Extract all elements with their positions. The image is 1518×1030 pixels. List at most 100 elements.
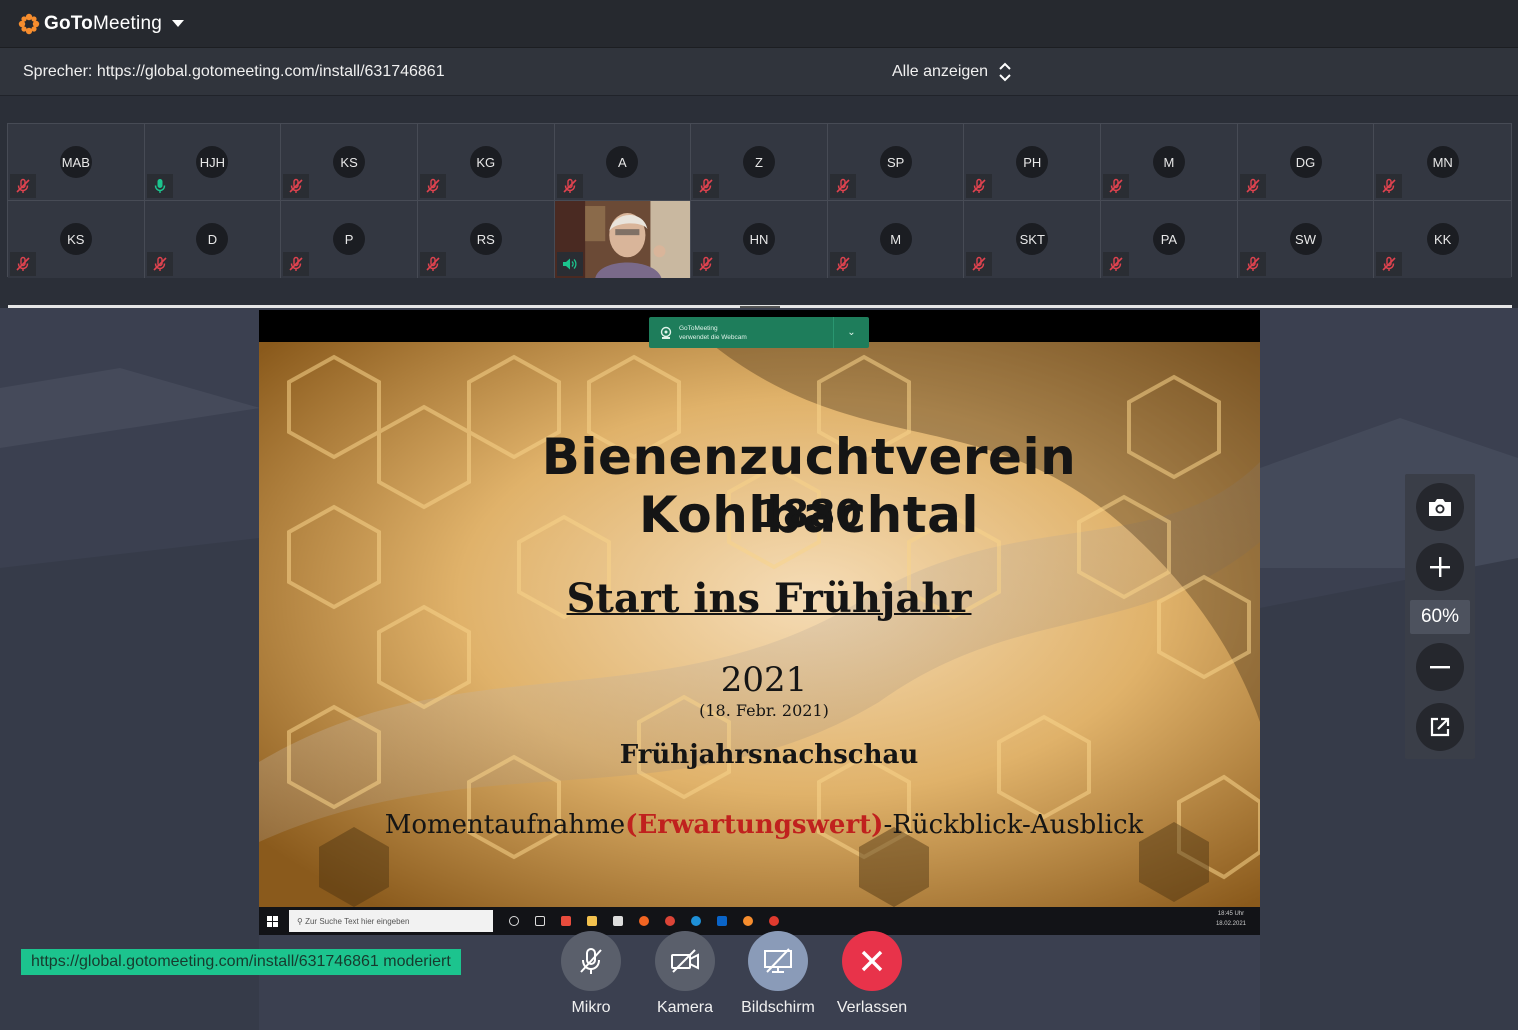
participant-tile[interactable]: KK <box>1374 201 1511 278</box>
participant-avatar: MAB <box>59 146 92 178</box>
slide-moment-red: (Erwartungswert) <box>625 810 884 840</box>
pop-out-button[interactable] <box>1416 703 1464 751</box>
mic-muted-icon <box>580 948 602 974</box>
camera-control[interactable]: Kamera <box>645 931 725 1017</box>
participant-grid: MAB HJH KS KG A Z SP PH M DG MN KS D P RS HN M SKT PA SW KK <box>7 123 1512 278</box>
camera-label: Kamera <box>656 999 714 1016</box>
participant-tile[interactable]: SW <box>1237 201 1375 278</box>
participant-tile[interactable]: MAB <box>8 124 145 201</box>
mic-muted-icon <box>283 174 310 198</box>
participant-tile[interactable]: SP <box>827 124 965 201</box>
participant-tile[interactable]: KG <box>417 124 555 201</box>
mic-label: Mikro <box>571 999 611 1016</box>
zoom-level: 60% <box>1410 600 1470 634</box>
participant-tile[interactable]: KS <box>281 124 418 201</box>
leave-control[interactable]: Verlassen <box>832 931 912 1017</box>
screen-control[interactable]: Bildschirm <box>738 931 818 1017</box>
mic-muted-icon <box>146 252 173 276</box>
participant-tile[interactable]: M <box>827 201 965 278</box>
taskbar-app-icon <box>561 916 571 926</box>
pop-out-icon <box>1430 717 1450 737</box>
participant-tile[interactable]: HN <box>691 201 828 278</box>
close-icon <box>861 950 883 972</box>
participant-tile[interactable]: M <box>1101 124 1238 201</box>
participant-avatar: KK <box>1426 223 1459 255</box>
participant-avatar: M <box>879 223 912 255</box>
participant-avatar: D <box>196 223 229 255</box>
mic-muted-icon <box>966 252 993 276</box>
screen-label: Bildschirm <box>741 999 815 1016</box>
camera-button[interactable] <box>655 931 715 991</box>
mic-muted-icon <box>10 174 36 198</box>
webcam-notification-text: verwendet die Webcam <box>679 333 747 341</box>
participant-tile[interactable]: Z <box>691 124 828 201</box>
mic-muted-icon <box>693 174 720 198</box>
mic-muted-icon <box>1239 174 1266 198</box>
participant-tile[interactable]: KS <box>8 201 145 278</box>
file-explorer-icon <box>587 916 597 926</box>
divider-handle[interactable] <box>740 306 780 308</box>
plus-icon <box>1430 557 1450 577</box>
participant-tile[interactable]: P <box>281 201 418 278</box>
participant-tile[interactable]: HJH <box>144 124 282 201</box>
participant-tile[interactable]: SKT <box>964 201 1102 278</box>
slide-date: (18. Febr. 2021) <box>699 701 829 720</box>
leave-button[interactable] <box>842 931 902 991</box>
taskbar-search-box: ⚲ Zur Suche Text hier eingeben <box>289 910 493 932</box>
participant-tile[interactable]: PH <box>964 124 1102 201</box>
mic-muted-icon <box>419 174 446 198</box>
leave-label: Verlassen <box>836 999 908 1016</box>
title-bar: GoToMeeting <box>0 0 1518 48</box>
slide-moment-a: Momentaufnahme <box>384 810 626 840</box>
participant-avatar: SW <box>1289 223 1322 255</box>
mic-button[interactable] <box>561 931 621 991</box>
participant-tile[interactable]: D <box>144 201 282 278</box>
app-menu-caret-icon[interactable] <box>172 20 184 27</box>
speaker-bar: Sprecher: https://global.gotomeeting.com… <box>0 48 1518 96</box>
speaker-label: Sprecher: https://global.gotomeeting.com… <box>23 62 445 80</box>
slide-year: 2021 <box>720 660 808 700</box>
participant-avatar: HJH <box>196 146 229 178</box>
participant-avatar: PH <box>1016 146 1049 178</box>
participant-avatar: M <box>1152 146 1185 178</box>
slide-moment-b: -Rückblick-Ausblick <box>883 810 1144 840</box>
chrome-icon <box>665 916 675 926</box>
tray-time: 18:45 Uhr <box>1217 911 1245 917</box>
app-brand[interactable]: GoToMeeting <box>44 13 162 35</box>
participant-tile[interactable] <box>554 201 692 278</box>
participant-avatar: RS <box>469 223 502 255</box>
chevron-down-icon[interactable]: ⌄ <box>833 317 869 348</box>
cortana-icon <box>509 916 519 926</box>
screenshot-button[interactable] <box>1416 483 1464 531</box>
participant-avatar: SKT <box>1016 223 1049 255</box>
gotomeeting-logo-icon <box>18 13 40 34</box>
webcam-notification[interactable]: GoToMeeting verwendet die Webcam ⌄ <box>649 317 869 348</box>
screen-share-button[interactable] <box>748 931 808 991</box>
taskbar-search-placeholder: Zur Suche Text hier eingeben <box>305 916 410 926</box>
participant-tile[interactable]: RS <box>417 201 555 278</box>
pdf-app-icon <box>769 916 779 926</box>
zoom-out-button[interactable] <box>1416 643 1464 691</box>
system-tray-clock: 18:45 Uhr 18.02.2021 <box>1216 909 1246 929</box>
minus-icon <box>1430 666 1450 669</box>
show-all-toggle[interactable]: Alle anzeigen <box>892 61 1012 83</box>
mic-muted-icon <box>1103 252 1130 276</box>
camera-off-icon <box>671 949 699 973</box>
slide-founded-year: 1880 <box>756 492 862 536</box>
mic-muted-icon <box>10 252 36 276</box>
task-view-icon <box>535 916 545 926</box>
zoom-panel: 60% <box>1405 474 1475 759</box>
zoom-in-button[interactable] <box>1416 543 1464 591</box>
mic-muted-icon <box>829 252 856 276</box>
participant-avatar: PA <box>1152 223 1185 255</box>
participant-avatar: HN <box>742 223 775 255</box>
participant-avatar: SP <box>879 146 912 178</box>
up-down-chevron-icon <box>999 62 1011 81</box>
mic-control[interactable]: Mikro <box>551 931 631 1017</box>
participant-tile[interactable]: PA <box>1101 201 1238 278</box>
participant-tile[interactable]: DG <box>1237 124 1375 201</box>
participant-tile[interactable]: A <box>554 124 692 201</box>
mic-muted-icon <box>829 174 856 198</box>
mic-muted-icon <box>419 252 446 276</box>
participant-tile[interactable]: MN <box>1374 124 1511 201</box>
